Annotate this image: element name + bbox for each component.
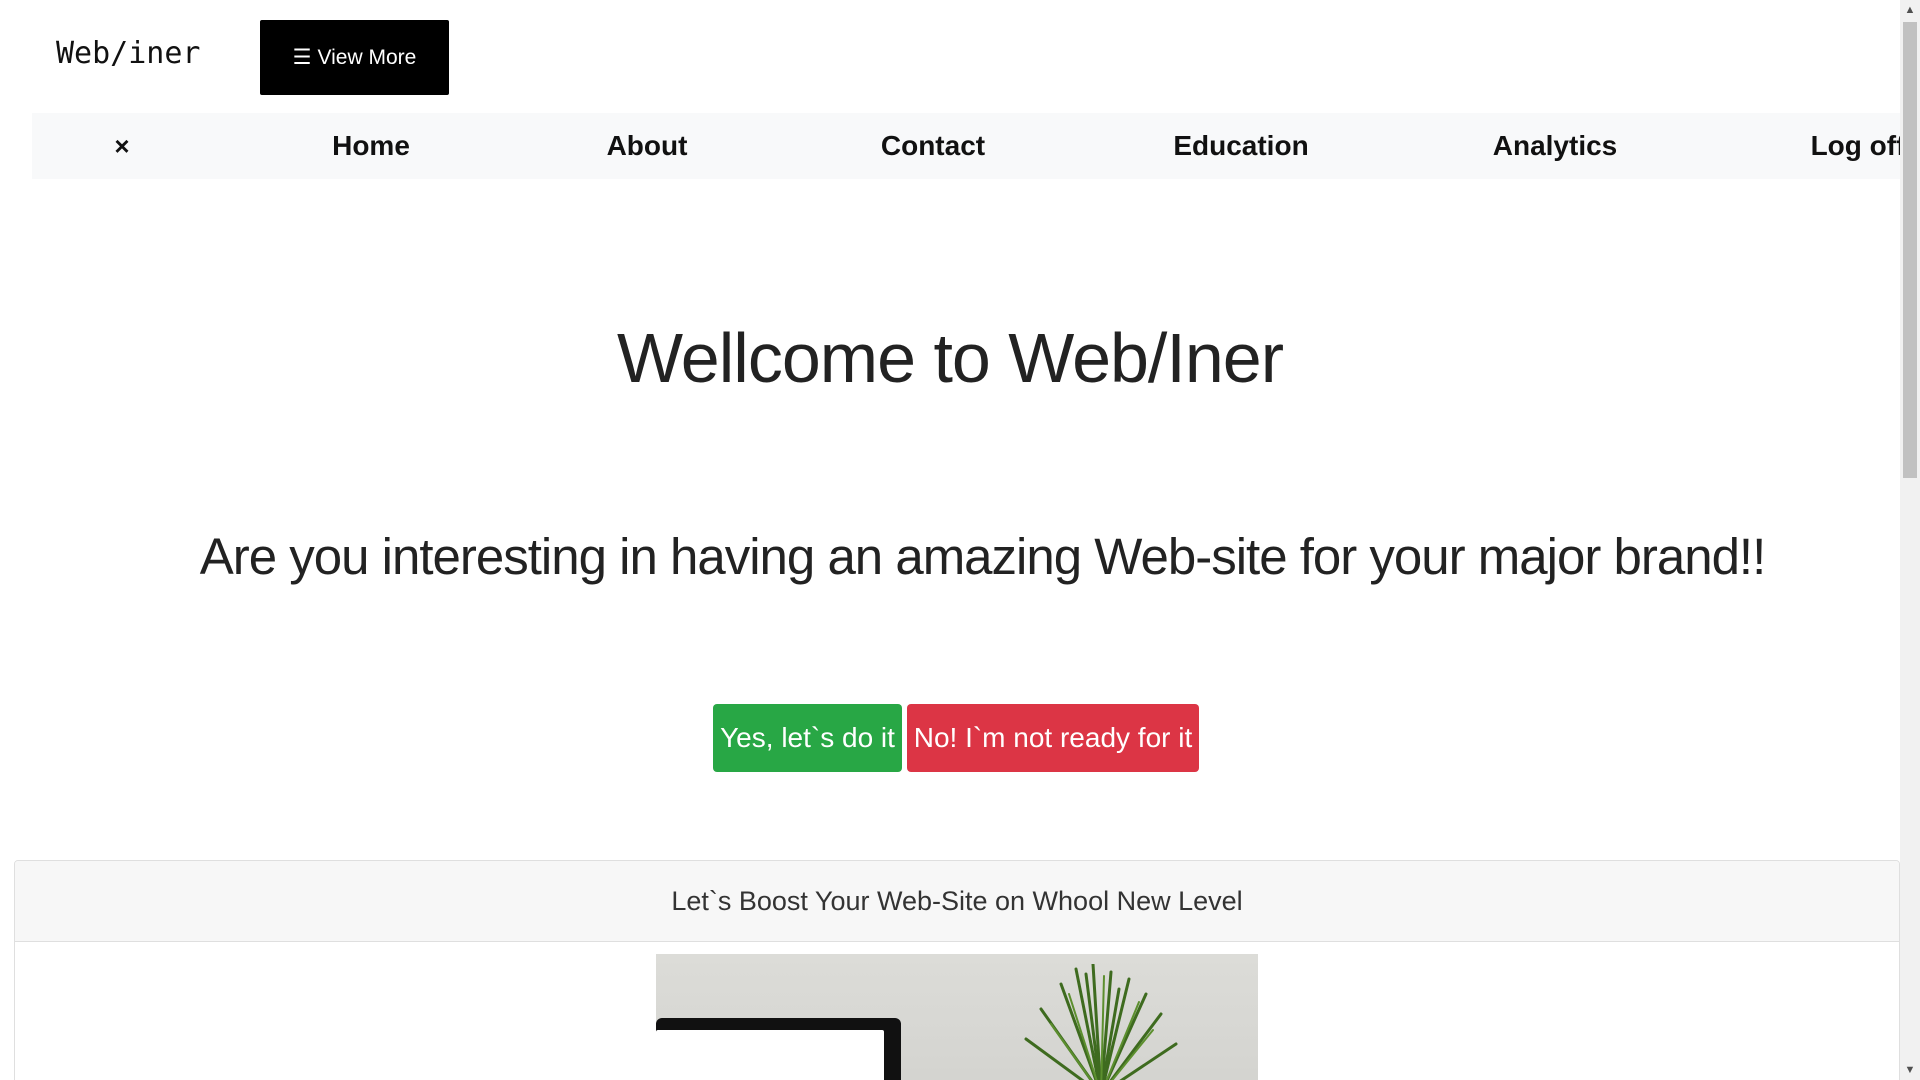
nav-link-home[interactable]: Home xyxy=(332,113,410,179)
yes-button[interactable]: Yes, let`s do it xyxy=(713,704,902,772)
boost-card: Let`s Boost Your Web-Site on Whool New L… xyxy=(14,860,1900,1080)
plant-image xyxy=(1024,964,1178,1080)
nav-link-contact[interactable]: Contact xyxy=(881,113,985,179)
hero-title: Wellcome to Web/Iner xyxy=(616,319,1284,397)
laptop-screen xyxy=(656,1030,884,1080)
scroll-down-icon[interactable]: ▼ xyxy=(1900,1060,1920,1080)
brand-logo[interactable]: Web/iner xyxy=(56,36,201,71)
hero-subtitle: Are you interesting in having an amazing… xyxy=(199,528,1767,585)
view-more-label: View More xyxy=(317,45,417,69)
card-header: Let`s Boost Your Web-Site on Whool New L… xyxy=(15,861,1899,942)
nav-link-about[interactable]: About xyxy=(607,113,688,179)
nav-link-log-off[interactable]: Log off xyxy=(1811,113,1900,179)
page: Web/iner ☰ View More × Home About Contac… xyxy=(0,0,1900,1080)
view-more-button[interactable]: ☰ View More xyxy=(260,20,449,95)
nav-link-analytics[interactable]: Analytics xyxy=(1493,113,1618,179)
scroll-up-icon[interactable]: ▲ xyxy=(1900,0,1920,20)
vertical-scrollbar[interactable]: ▲ ▼ xyxy=(1900,0,1920,1080)
card-image xyxy=(656,954,1258,1080)
nav-link-education[interactable]: Education xyxy=(1173,113,1308,179)
laptop-image xyxy=(656,1018,901,1080)
menu-icon: ☰ xyxy=(292,46,312,69)
scrollbar-thumb[interactable] xyxy=(1903,22,1917,478)
no-button[interactable]: No! I`m not ready for it xyxy=(907,704,1199,772)
nav-close-icon[interactable]: × xyxy=(114,113,129,179)
main-navbar: × Home About Contact Education Analytics… xyxy=(32,113,1900,179)
